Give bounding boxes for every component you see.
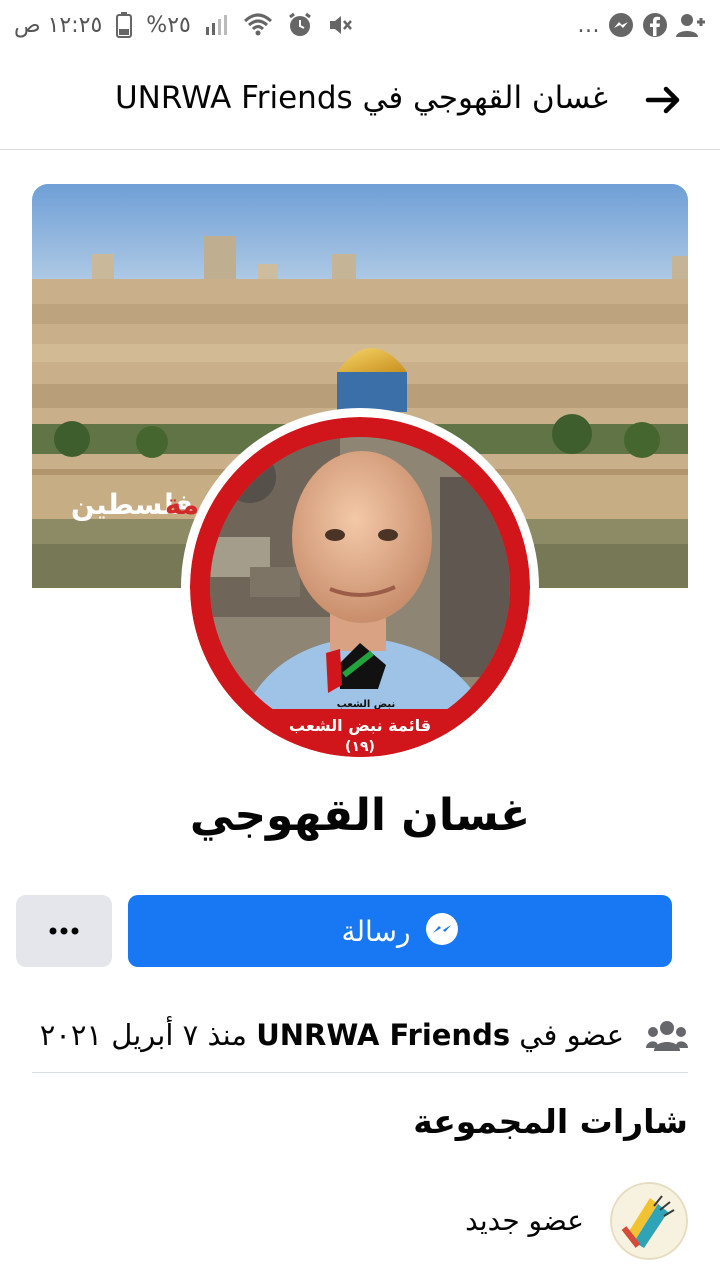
membership-prefix: عضو في [510, 1018, 624, 1052]
status-bar-left: ١٢:٢٥ ص %٢٥ [14, 8, 353, 42]
cover-overlay-accent: مة [165, 488, 199, 521]
section-divider [32, 1072, 688, 1073]
badge-item[interactable]: عضو جديد [32, 1180, 688, 1270]
back-button[interactable] [644, 80, 684, 120]
status-time: ١٢:٢٥ ص [14, 12, 103, 38]
signal-icon [205, 13, 229, 37]
more-options-button[interactable] [16, 895, 112, 967]
profile-avatar[interactable]: نبض الشعب قائمة نبض الشعب (١٩) [190, 417, 530, 757]
message-button-label: رسالة [341, 914, 411, 948]
logo-text: نبض الشعب [337, 699, 396, 710]
facebook-notification-icon [642, 12, 668, 38]
badge-label: عضو جديد [465, 1204, 584, 1237]
battery-percent: %٢٥ [146, 12, 191, 38]
group-members-icon [646, 1020, 688, 1052]
status-bar-right: ... [578, 8, 706, 42]
messenger-icon [425, 912, 459, 950]
profile-picture: نبض الشعب قائمة نبض الشعب (١٩) [190, 417, 530, 757]
avatar-banner-number: (١٩) [345, 739, 375, 755]
membership-since: منذ ٧ أبريل ٢٠٢١ [39, 1018, 257, 1052]
wifi-icon [243, 12, 273, 38]
status-more: ... [577, 12, 600, 38]
group-badges-title: شارات المجموعة [413, 1102, 688, 1141]
alarm-icon [287, 12, 313, 38]
membership-info: عضو في UNRWA Friends منذ ٧ أبريل ٢٠٢١ [32, 1008, 688, 1068]
battery-icon [116, 12, 133, 38]
avatar-banner-title: قائمة نبض الشعب [289, 716, 431, 735]
mute-icon [327, 12, 353, 38]
profile-name: غسان القهوجي [189, 790, 531, 841]
message-button[interactable]: رسالة [128, 895, 672, 967]
waving-hand-icon [610, 1182, 688, 1260]
messenger-notification-icon [608, 12, 634, 38]
page-title: غسان القهوجي في UNRWA Friends [114, 80, 608, 116]
membership-group-name: UNRWA Friends [256, 1018, 511, 1052]
arrow-forward-icon [645, 86, 680, 114]
status-bar: ١٢:٢٥ ص %٢٥ ... [0, 0, 720, 50]
top-app-bar: غسان القهوجي في UNRWA Friends [0, 50, 720, 150]
membership-text: عضو في UNRWA Friends منذ ٧ أبريل ٢٠٢١ [40, 1018, 624, 1052]
more-dots-icon [49, 927, 79, 935]
friend-request-icon [676, 12, 706, 38]
